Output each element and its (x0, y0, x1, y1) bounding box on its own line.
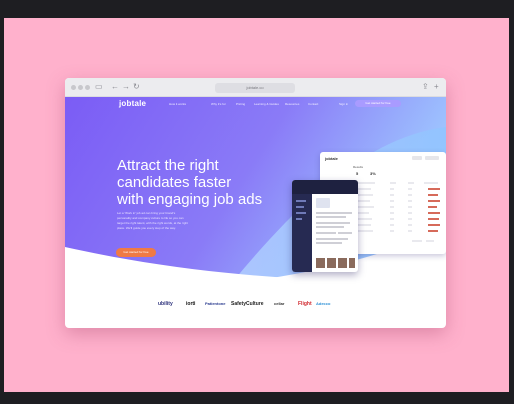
job-ad-preview (292, 180, 358, 272)
jobtale-logo[interactable]: jobtale (119, 99, 146, 108)
window-minimize-button[interactable] (78, 85, 83, 90)
nav-why[interactable]: Why it's for (211, 102, 226, 106)
logo-flight: Flight (298, 301, 312, 307)
window-close-button[interactable] (71, 85, 76, 90)
logo-safetyculture: SafetyCulture (231, 301, 264, 307)
dashboard-tab (425, 156, 439, 160)
address-bar[interactable]: jobtale.co (215, 83, 295, 93)
nav-resources[interactable]: Resources (285, 102, 299, 106)
nav-sign-in[interactable]: Sign in (339, 102, 348, 106)
share-icon[interactable]: ⇪ (422, 83, 429, 91)
browser-toolbar: ▭ ← → ↻ jobtale.co ⇪ + (65, 78, 446, 97)
logo-ubility: ubility (158, 301, 173, 307)
logo-patientone: Patientone (205, 301, 226, 306)
back-arrow-icon[interactable]: ← (111, 83, 119, 91)
nav-contact[interactable]: Contact (308, 102, 318, 106)
nav-get-started-button[interactable]: Get started for free (355, 100, 401, 107)
browser-window: ▭ ← → ↻ jobtale.co ⇪ + jobtale How it wo… (65, 78, 446, 328)
job-ad-mock (292, 180, 358, 272)
dashboard-tab (412, 156, 422, 160)
window-zoom-button[interactable] (85, 85, 90, 90)
sidebar-toggle-icon[interactable]: ▭ (95, 83, 103, 91)
dashboard-title: Results (353, 165, 364, 169)
dashboard-stat: 3% (370, 171, 376, 176)
new-tab-icon[interactable]: + (434, 83, 439, 91)
nav-pricing[interactable]: Pricing (236, 102, 245, 106)
forward-arrow-icon[interactable]: → (122, 83, 130, 91)
hero-headline: Attract the right candidates faster with… (117, 157, 263, 208)
logo-iorti: iorti (186, 301, 196, 307)
dashboard-logo: jobtale (325, 156, 338, 161)
url-text: jobtale.co (246, 85, 264, 90)
dashboard-stat: 5 (356, 171, 359, 176)
nav-how-it-works[interactable]: How it works (169, 102, 186, 106)
hero-subtext: Let a 'Work in' job ad can bring your br… (117, 211, 188, 230)
hero-cta-button[interactable]: Get started for free (116, 248, 156, 257)
nav-learning[interactable]: Learning & Guides (254, 102, 279, 106)
logo-cellar: cellar (274, 301, 285, 306)
logo-adecco: Adecco (316, 301, 331, 306)
reload-icon[interactable]: ↻ (133, 83, 140, 91)
